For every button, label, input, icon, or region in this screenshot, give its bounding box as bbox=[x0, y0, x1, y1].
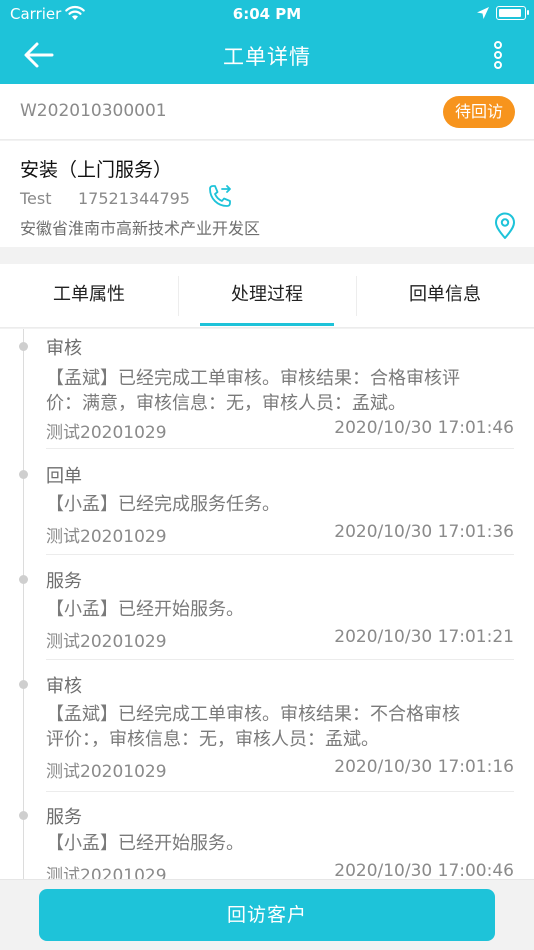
tab-return-info[interactable]: 回单信息 bbox=[356, 264, 534, 328]
bottom-action-bar: 回访客户 bbox=[0, 879, 534, 950]
call-icon[interactable] bbox=[205, 183, 235, 211]
entry-tag: 测试20201029 bbox=[46, 632, 167, 652]
timeline-dot bbox=[19, 680, 28, 689]
entry-description: 【小孟】已经开始服务。 bbox=[46, 831, 516, 856]
entry-description: 【孟斌】已经完成工单审核。审核结果：合格审核评 价：满意，审核信息：无，审核人员… bbox=[46, 366, 516, 416]
process-timeline[interactable]: 审核 【孟斌】已经完成工单审核。审核结果：合格审核评 价：满意，审核信息：无，审… bbox=[0, 329, 534, 879]
status-badge: 待回访 bbox=[443, 96, 515, 128]
entry-tag: 测试20201029 bbox=[46, 762, 167, 782]
battery-icon bbox=[496, 6, 529, 20]
entry-divider bbox=[46, 659, 514, 660]
entry-type: 审核 bbox=[46, 338, 82, 359]
detail-tabs: 工单属性 处理过程 回单信息 bbox=[0, 264, 534, 328]
app-screen: Carrier 6:04 PM 工单详情 W202010300001 待回访 安… bbox=[0, 0, 534, 950]
entry-type: 回单 bbox=[46, 466, 82, 487]
entry-description-line: 评价：，审核信息：无，审核人员：孟斌。 bbox=[46, 729, 379, 750]
tab-order-attributes[interactable]: 工单属性 bbox=[0, 264, 178, 328]
entry-description-line: 【孟斌】已经完成工单审核。审核结果：合格审核评 bbox=[46, 368, 460, 389]
entry-tag: 测试20201029 bbox=[46, 423, 167, 443]
customer-name: Test bbox=[20, 189, 52, 208]
timeline-dot bbox=[19, 575, 28, 584]
entry-time: 2020/10/30 17:01:16 bbox=[334, 757, 514, 777]
more-options-icon[interactable] bbox=[488, 40, 508, 70]
timeline-dot bbox=[19, 811, 28, 820]
entry-divider bbox=[46, 554, 514, 555]
entry-tag: 测试20201029 bbox=[46, 866, 167, 879]
order-header: W202010300001 待回访 bbox=[0, 84, 534, 140]
status-time: 6:04 PM bbox=[232, 5, 302, 23]
nav-bar: 工单详情 bbox=[0, 28, 534, 84]
entry-type: 服务 bbox=[46, 807, 82, 828]
entry-type: 服务 bbox=[46, 571, 82, 592]
entry-description-line: 【孟斌】已经完成工单审核。审核结果：不合格审核 bbox=[46, 704, 460, 725]
battery-fill bbox=[499, 9, 521, 17]
map-pin-icon[interactable] bbox=[493, 212, 517, 240]
entry-description: 【小孟】已经完成服务任务。 bbox=[46, 492, 516, 517]
location-arrow-icon bbox=[477, 7, 489, 19]
page-title: 工单详情 bbox=[223, 45, 311, 69]
entry-description-line: 【小孟】已经开始服务。 bbox=[46, 833, 244, 854]
entry-tag: 测试20201029 bbox=[46, 527, 167, 547]
service-address: 安徽省淮南市高新技术产业开发区 bbox=[20, 219, 261, 238]
customer-phone: 17521344795 bbox=[78, 189, 190, 208]
order-number: W202010300001 bbox=[20, 101, 167, 121]
entry-time: 2020/10/30 17:01:21 bbox=[334, 627, 514, 647]
status-bar: Carrier 6:04 PM bbox=[0, 0, 534, 28]
entry-description-line: 价：满意，审核信息：无，审核人员：孟斌。 bbox=[46, 393, 406, 414]
timeline-dot bbox=[19, 342, 28, 351]
entry-description-line: 【小孟】已经开始服务。 bbox=[46, 599, 244, 620]
entry-divider bbox=[46, 791, 514, 792]
active-tab-indicator bbox=[200, 323, 334, 326]
entry-description-line: 【小孟】已经完成服务任务。 bbox=[46, 494, 280, 515]
entry-description: 【孟斌】已经完成工单审核。审核结果：不合格审核 评价：，审核信息：无，审核人员：… bbox=[46, 702, 516, 752]
entry-description: 【小孟】已经开始服务。 bbox=[46, 597, 516, 622]
service-info-card: 安装（上门服务） Test 17521344795 安徽省淮南市高新技术产业开发… bbox=[0, 141, 534, 247]
entry-type: 审核 bbox=[46, 676, 82, 697]
entry-time: 2020/10/30 17:01:46 bbox=[334, 418, 514, 438]
service-name: 安装（上门服务） bbox=[20, 159, 173, 181]
top-bar: Carrier 6:04 PM 工单详情 bbox=[0, 0, 534, 84]
timeline-dot bbox=[19, 470, 28, 479]
revisit-customer-button[interactable]: 回访客户 bbox=[39, 889, 495, 941]
entry-time: 2020/10/30 17:01:36 bbox=[334, 522, 514, 542]
timeline-line bbox=[23, 329, 24, 879]
entry-divider bbox=[46, 448, 514, 449]
tab-process[interactable]: 处理过程 bbox=[178, 264, 356, 328]
entry-time: 2020/10/30 17:00:46 bbox=[334, 861, 514, 879]
